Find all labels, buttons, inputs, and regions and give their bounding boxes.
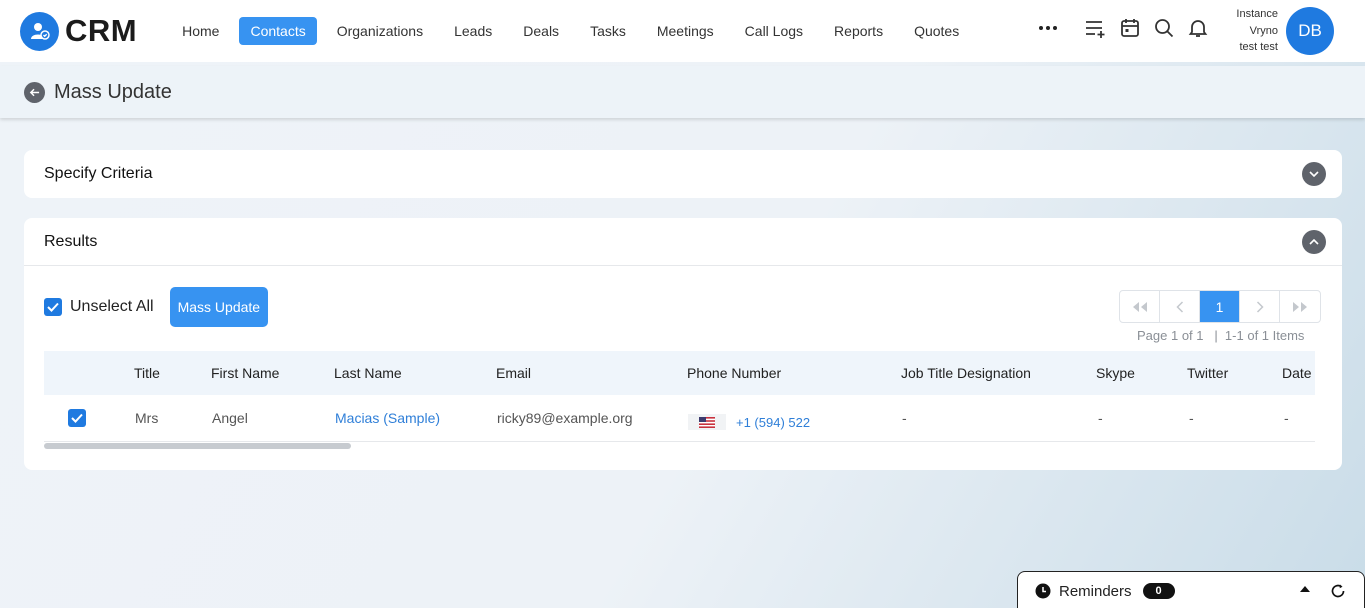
page-title: Mass Update: [54, 80, 172, 103]
criteria-panel: Specify Criteria: [24, 150, 1342, 198]
column-header-twitter[interactable]: Twitter: [1187, 351, 1228, 395]
column-header-first-name[interactable]: First Name: [211, 351, 279, 395]
pagination: 1: [1119, 290, 1321, 323]
reminders-bar[interactable]: Reminders 0: [1017, 571, 1365, 608]
main-nav: Home Contacts Organizations Leads Deals …: [171, 17, 979, 45]
reminders-label: Reminders: [1059, 582, 1132, 600]
cell-date: -: [1284, 410, 1289, 426]
nav-item-home[interactable]: Home: [171, 17, 230, 45]
column-header-job-title[interactable]: Job Title Designation: [901, 351, 1031, 395]
refresh-icon[interactable]: [1330, 583, 1346, 599]
select-all-checkbox[interactable]: [44, 298, 62, 316]
nav-item-leads[interactable]: Leads: [443, 17, 503, 45]
user-line-2: Vryno: [1249, 24, 1278, 37]
more-icon[interactable]: [1036, 16, 1060, 40]
column-header-email[interactable]: Email: [496, 351, 531, 395]
column-header-skype[interactable]: Skype: [1096, 351, 1135, 395]
column-header-title[interactable]: Title: [134, 351, 160, 395]
table-header: Title First Name Last Name Email Phone N…: [44, 351, 1315, 395]
column-header-last-name[interactable]: Last Name: [334, 351, 402, 395]
user-line-3: test test: [1239, 41, 1278, 53]
results-panel: Results Unselect All Mass Update 1 Page …: [24, 218, 1342, 470]
cell-last-name-link[interactable]: Macias (Sample): [335, 395, 440, 441]
nav-item-reports[interactable]: Reports: [823, 17, 894, 45]
avatar[interactable]: DB: [1286, 7, 1334, 55]
results-controls: Unselect All Mass Update: [44, 287, 269, 327]
cell-twitter: -: [1189, 410, 1194, 426]
column-header-phone-number[interactable]: Phone Number: [687, 351, 781, 395]
cell-first-name: Angel: [212, 410, 248, 426]
chevron-down-icon[interactable]: [1302, 162, 1326, 186]
user-info: Instance Vryno test test: [1218, 6, 1278, 56]
column-header-date[interactable]: Date: [1282, 351, 1312, 395]
nav-item-meetings[interactable]: Meetings: [646, 17, 725, 45]
cell-skype: -: [1098, 410, 1103, 426]
cell-job-title: -: [902, 410, 907, 426]
prev-page-icon[interactable]: [1160, 291, 1200, 322]
user-group-icon: [20, 11, 59, 51]
us-flag-icon: [688, 414, 726, 430]
next-page-icon[interactable]: [1240, 291, 1280, 322]
bell-icon[interactable]: [1186, 16, 1210, 40]
mass-update-button[interactable]: Mass Update: [169, 287, 269, 327]
logo-text: CRM: [65, 13, 138, 48]
row-checkbox[interactable]: [68, 409, 86, 427]
page-header: Mass Update: [0, 66, 1365, 118]
app-logo[interactable]: CRM: [20, 11, 138, 51]
horizontal-scrollbar[interactable]: [44, 443, 351, 449]
chevron-up-icon[interactable]: [1302, 230, 1326, 254]
criteria-header[interactable]: Specify Criteria: [24, 150, 1342, 198]
clock-icon: [1035, 583, 1051, 599]
nav-item-contacts[interactable]: Contacts: [239, 17, 317, 45]
row-checkbox-cell: [68, 395, 86, 441]
cell-title: Mrs: [135, 410, 159, 426]
last-page-icon[interactable]: [1280, 291, 1320, 322]
results-table: Title First Name Last Name Email Phone N…: [44, 351, 1315, 442]
results-header[interactable]: Results: [24, 218, 1342, 266]
nav-item-organizations[interactable]: Organizations: [326, 17, 434, 45]
add-list-icon[interactable]: [1084, 16, 1108, 40]
calendar-icon[interactable]: [1118, 16, 1142, 40]
search-icon[interactable]: [1152, 16, 1176, 40]
cell-email: ricky89@example.org: [497, 410, 633, 426]
cell-phone: +1 (594) 522: [688, 399, 810, 445]
caret-up-icon[interactable]: [1300, 586, 1310, 592]
table-row: Mrs Angel Macias (Sample) ricky89@exampl…: [44, 395, 1315, 442]
nav-item-deals[interactable]: Deals: [512, 17, 570, 45]
top-navbar: CRM Home Contacts Organizations Leads De…: [0, 0, 1365, 62]
phone-number-link[interactable]: +1 (594) 522: [736, 415, 810, 430]
pagination-info: Page 1 of 1 | 1-1 of 1 Items: [1137, 328, 1305, 343]
back-arrow-icon[interactable]: [24, 81, 45, 103]
nav-item-tasks[interactable]: Tasks: [579, 17, 637, 45]
first-page-icon[interactable]: [1120, 291, 1160, 322]
reminders-count-badge: 0: [1142, 583, 1175, 599]
top-icons: [1036, 16, 1220, 40]
page-number-button[interactable]: 1: [1200, 291, 1240, 322]
user-line-1: Instance: [1236, 8, 1278, 20]
unselect-all-label[interactable]: Unselect All: [70, 298, 154, 316]
criteria-title: Specify Criteria: [44, 165, 153, 182]
results-title: Results: [44, 232, 98, 250]
nav-item-call-logs[interactable]: Call Logs: [734, 17, 814, 45]
nav-item-quotes[interactable]: Quotes: [903, 17, 970, 45]
